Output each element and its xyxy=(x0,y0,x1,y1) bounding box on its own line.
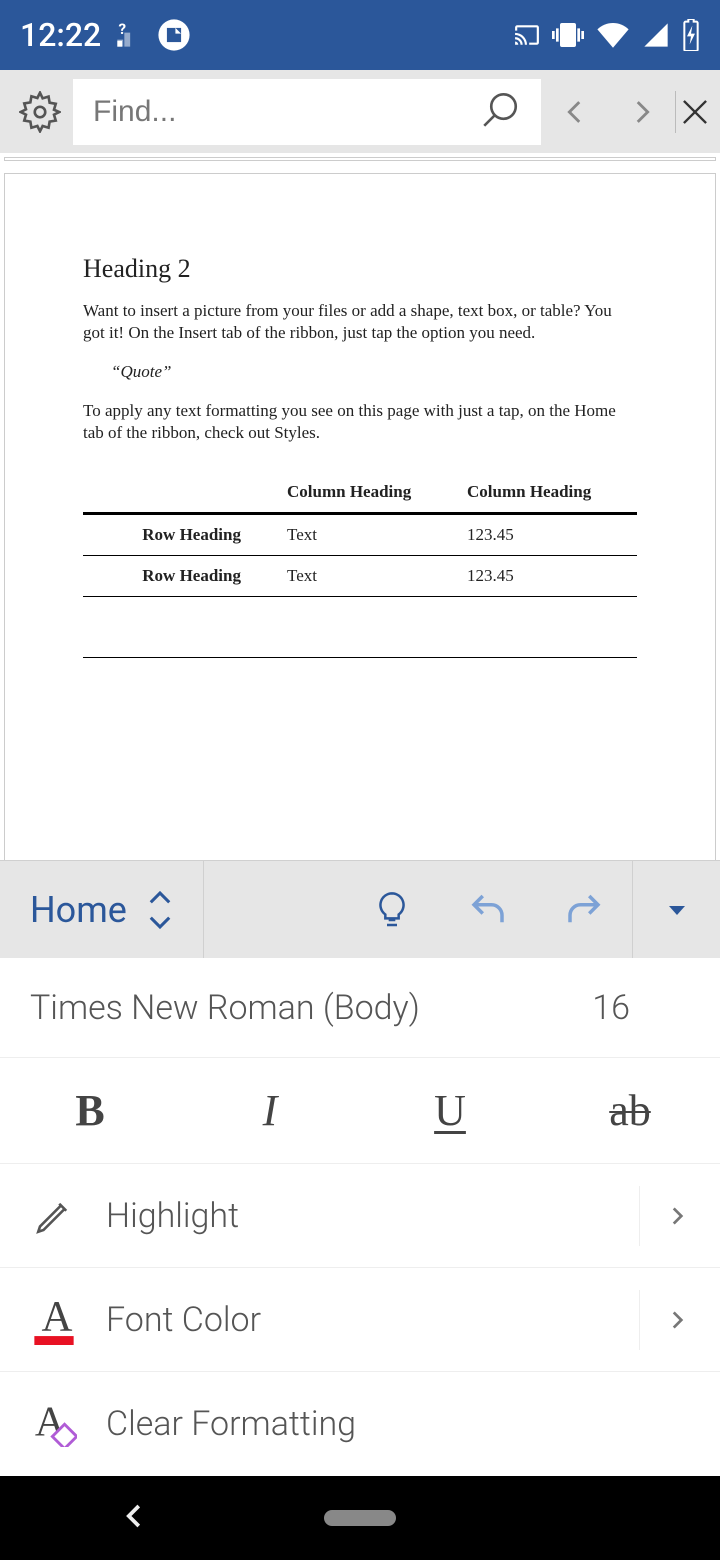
highlight-icon xyxy=(30,1195,78,1237)
font-color-row[interactable]: A Font Color xyxy=(0,1268,720,1372)
table-cell[interactable]: Text xyxy=(283,514,463,556)
chevron-right-icon xyxy=(639,1186,690,1246)
underline-button[interactable]: U xyxy=(360,1058,540,1163)
formatting-panel: Times New Roman (Body) 16 B I U ab Highl… xyxy=(0,958,720,1476)
highlight-label: Highlight xyxy=(106,1196,239,1236)
find-input-wrap[interactable] xyxy=(73,79,541,145)
caret-down-icon xyxy=(665,898,689,922)
gear-icon xyxy=(19,91,61,133)
back-icon xyxy=(120,1501,150,1531)
document-area[interactable]: Heading 2 Want to insert a picture from … xyxy=(0,153,720,860)
system-nav-bar xyxy=(0,1476,720,1560)
previous-page-edge xyxy=(4,157,716,161)
table-cell[interactable]: Text xyxy=(283,556,463,597)
font-size-label: 16 xyxy=(592,988,630,1028)
close-icon xyxy=(676,93,714,131)
clear-formatting-row[interactable]: A Clear Formatting xyxy=(0,1372,720,1476)
font-color-icon: A xyxy=(30,1295,78,1345)
table-cell[interactable]: 123.45 xyxy=(463,514,637,556)
tell-me-button[interactable] xyxy=(344,861,440,959)
undo-icon xyxy=(467,889,509,931)
doc-heading[interactable]: Heading 2 xyxy=(83,254,637,284)
redo-button[interactable] xyxy=(536,861,632,959)
redo-icon xyxy=(563,889,605,931)
table-row[interactable]: Row Heading Text 123.45 xyxy=(83,556,637,597)
highlight-row[interactable]: Highlight xyxy=(0,1164,720,1268)
find-input[interactable] xyxy=(93,95,479,129)
table-cell[interactable]: 123.45 xyxy=(463,556,637,597)
doc-quote[interactable]: “Quote” xyxy=(111,362,637,382)
style-row: B I U ab xyxy=(0,1058,720,1164)
ribbon-collapse-button[interactable] xyxy=(632,861,720,959)
table-cell[interactable] xyxy=(283,597,463,658)
status-time: 12:22 xyxy=(20,16,101,54)
undo-button[interactable] xyxy=(440,861,536,959)
document-page[interactable]: Heading 2 Want to insert a picture from … xyxy=(4,173,716,860)
cast-icon xyxy=(514,22,540,48)
find-prev-button[interactable] xyxy=(541,72,608,152)
nav-home-pill[interactable] xyxy=(324,1510,396,1526)
signal-unknown-icon: ? xyxy=(115,21,143,49)
find-toolbar xyxy=(0,70,720,153)
table-corner[interactable] xyxy=(83,472,283,514)
wifi-icon xyxy=(596,18,630,52)
cell-signal-icon xyxy=(642,21,670,49)
svg-text:A: A xyxy=(42,1295,73,1341)
doc-table[interactable]: Column Heading Column Heading Row Headin… xyxy=(83,472,637,658)
battery-charging-icon xyxy=(682,19,700,51)
nav-back-button[interactable] xyxy=(120,1501,150,1535)
font-color-label: Font Color xyxy=(106,1300,261,1340)
search-icon xyxy=(479,89,521,135)
find-next-button[interactable] xyxy=(608,72,675,152)
clear-formatting-label: Clear Formatting xyxy=(106,1404,356,1444)
clear-formatting-icon: A xyxy=(30,1401,78,1447)
strikethrough-button[interactable]: ab xyxy=(540,1058,720,1163)
font-name-label: Times New Roman (Body) xyxy=(30,988,420,1028)
chevron-right-icon xyxy=(625,95,659,129)
font-row[interactable]: Times New Roman (Body) 16 xyxy=(0,958,720,1058)
bold-button[interactable]: B xyxy=(0,1058,180,1163)
lightbulb-icon xyxy=(372,890,412,930)
italic-button[interactable]: I xyxy=(180,1058,360,1163)
ribbon-bar: Home xyxy=(0,860,720,958)
table-row[interactable]: Row Heading Text 123.45 xyxy=(83,514,637,556)
table-col-header[interactable]: Column Heading xyxy=(463,472,637,514)
chevron-left-icon xyxy=(558,95,592,129)
settings-button[interactable] xyxy=(6,72,73,152)
close-find-button[interactable] xyxy=(676,93,714,131)
chevron-right-icon xyxy=(639,1290,690,1350)
table-cell[interactable] xyxy=(83,597,283,658)
table-row-header[interactable]: Row Heading xyxy=(83,556,283,597)
table-row[interactable] xyxy=(83,597,637,658)
ribbon-tab-label: Home xyxy=(30,889,127,931)
updown-icon xyxy=(147,890,173,930)
doc-paragraph[interactable]: Want to insert a picture from your files… xyxy=(83,300,637,344)
table-col-header[interactable]: Column Heading xyxy=(283,472,463,514)
doc-paragraph[interactable]: To apply any text formatting you see on … xyxy=(83,400,637,444)
table-cell[interactable] xyxy=(463,597,637,658)
status-bar: 12:22 ? xyxy=(0,0,720,70)
app-icon xyxy=(157,18,191,52)
ribbon-tab-selector[interactable]: Home xyxy=(0,861,204,958)
table-row-header[interactable]: Row Heading xyxy=(83,514,283,556)
vibrate-icon xyxy=(552,19,584,51)
